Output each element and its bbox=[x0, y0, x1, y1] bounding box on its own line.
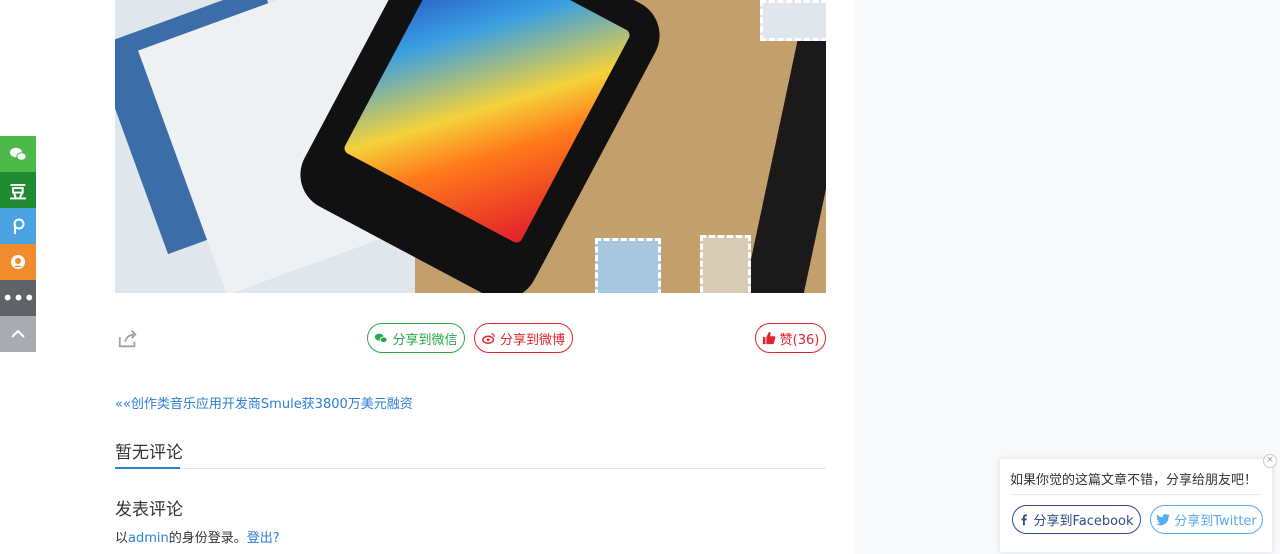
p-icon bbox=[13, 218, 25, 234]
logout-link[interactable]: 登出? bbox=[247, 531, 280, 546]
login-middle: 的身份登录。 bbox=[168, 531, 247, 546]
chevron-up-icon bbox=[11, 329, 25, 338]
share-wechat-button[interactable]: 分享到微信 bbox=[367, 323, 465, 353]
more-icon: ••• bbox=[1, 286, 35, 310]
weibo-icon bbox=[482, 333, 495, 344]
sidebar-p-button[interactable] bbox=[0, 208, 36, 244]
popup-message: 如果你觉的这篇文章不错，分享给朋友吧！ bbox=[1010, 473, 1258, 488]
share-popup: 如果你觉的这篇文章不错，分享给朋友吧！ × 分享到Facebook 分享到Twi… bbox=[1000, 454, 1277, 552]
thumbs-up-icon bbox=[762, 331, 776, 345]
comments-title-underline bbox=[115, 467, 180, 469]
login-status: 以admin的身份登录。登出? bbox=[115, 527, 280, 546]
share-weibo-button[interactable]: 分享到微博 bbox=[474, 323, 573, 353]
comments-header: 暂无评论 bbox=[115, 438, 826, 469]
douban-icon: 豆 bbox=[9, 182, 27, 203]
post-comment-title: 发表评论 bbox=[115, 500, 183, 520]
sidebar-douban-button[interactable]: 豆 bbox=[0, 172, 36, 208]
comments-title: 暂无评论 bbox=[115, 443, 183, 463]
prev-arrows: «« bbox=[115, 397, 131, 412]
share-wechat-label: 分享到微信 bbox=[392, 332, 458, 348]
qzone-icon bbox=[11, 255, 25, 269]
twitter-icon bbox=[1156, 513, 1171, 525]
share-icon[interactable] bbox=[117, 328, 139, 350]
scroll-top-button[interactable] bbox=[0, 316, 36, 352]
share-facebook-label: 分享到Facebook bbox=[1033, 514, 1134, 529]
article-content: 分享到微信 分享到微博 赞(36) ««创作类音乐应用开发商Smule获3800… bbox=[0, 0, 855, 554]
floating-share-bar: 豆 ••• bbox=[0, 136, 36, 352]
popup-divider bbox=[1010, 494, 1262, 495]
login-prefix: 以 bbox=[115, 531, 129, 546]
share-weibo-label: 分享到微博 bbox=[499, 332, 565, 348]
user-link[interactable]: admin bbox=[128, 531, 169, 546]
like-label: 赞(36) bbox=[779, 332, 820, 348]
article-image bbox=[115, 0, 826, 293]
sidebar-qzone-button[interactable] bbox=[0, 244, 36, 280]
share-twitter-label: 分享到Twitter bbox=[1174, 514, 1257, 529]
close-icon[interactable]: × bbox=[1263, 454, 1277, 468]
facebook-icon bbox=[1021, 514, 1028, 526]
share-twitter-button[interactable]: 分享到Twitter bbox=[1150, 505, 1263, 534]
wechat-icon bbox=[375, 333, 389, 343]
wechat-icon bbox=[10, 147, 27, 161]
share-facebook-button[interactable]: 分享到Facebook bbox=[1012, 505, 1141, 534]
sidebar-more-button[interactable]: ••• bbox=[0, 280, 36, 316]
prev-article-title: 创作类音乐应用开发商Smule获3800万美元融资 bbox=[130, 397, 413, 412]
prev-article-link[interactable]: ««创作类音乐应用开发商Smule获3800万美元融资 bbox=[115, 393, 413, 412]
sidebar-wechat-button[interactable] bbox=[0, 136, 36, 172]
like-button[interactable]: 赞(36) bbox=[755, 323, 826, 353]
